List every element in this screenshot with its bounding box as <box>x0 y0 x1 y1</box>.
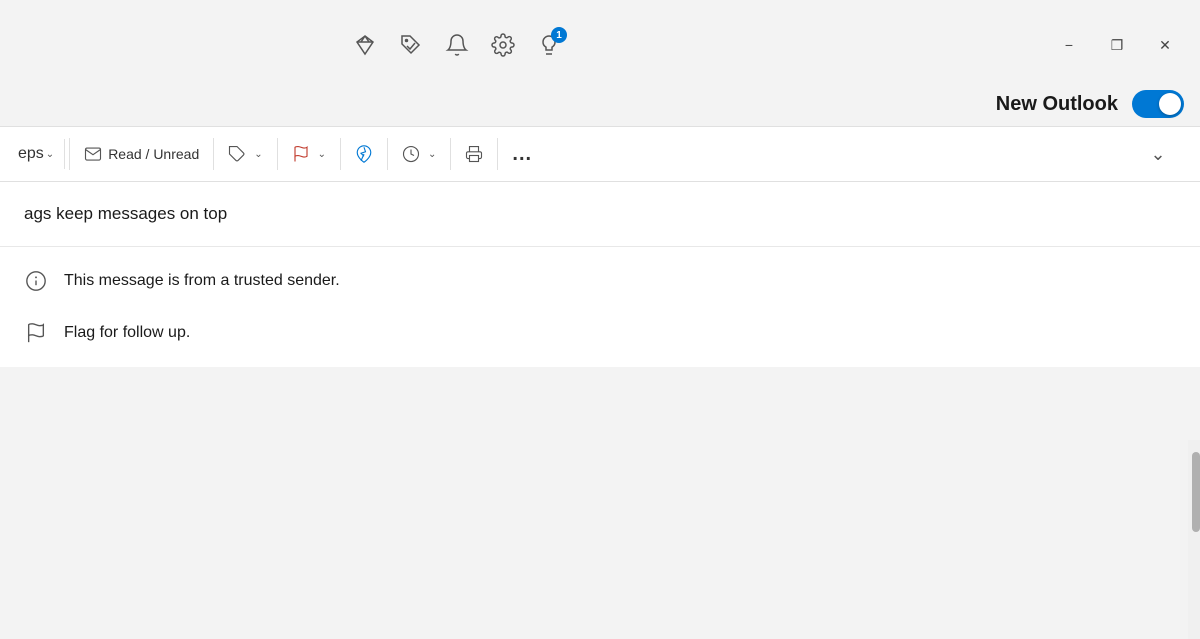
window-controls: − ❐ ✕ <box>1046 29 1188 61</box>
clock-button[interactable]: ⌄ <box>392 134 446 174</box>
more-options-label: ... <box>512 143 532 166</box>
notification-badge: 1 <box>551 27 567 43</box>
tag-button[interactable]: ⌄ <box>218 134 272 174</box>
tag-icon <box>228 145 246 163</box>
separator-4 <box>340 138 341 170</box>
scrollbar[interactable] <box>1188 440 1200 639</box>
print-icon <box>465 145 483 163</box>
flag-followup-text: Flag for follow up. <box>64 324 190 342</box>
toggle-knob <box>1159 93 1181 115</box>
separator-7 <box>497 138 498 170</box>
clock-chevron-icon: ⌄ <box>428 149 436 160</box>
pin-icon <box>355 145 373 163</box>
flags-banner-text: ags keep messages on top <box>24 204 227 223</box>
more-options-button[interactable]: ... <box>502 134 542 174</box>
info-section: This message is from a trusted sender. F… <box>0 247 1200 367</box>
separator-2 <box>213 138 214 170</box>
minimize-button[interactable]: − <box>1046 29 1092 61</box>
flag-outline-icon <box>24 321 48 345</box>
flags-banner: ags keep messages on top <box>0 182 1200 247</box>
separator-3 <box>277 138 278 170</box>
expand-arrow-icon[interactable]: ⌄ <box>1144 140 1172 168</box>
tag-chevron-icon: ⌄ <box>254 149 262 160</box>
close-button[interactable]: ✕ <box>1142 29 1188 61</box>
new-outlook-row: New Outlook <box>0 90 1200 126</box>
restore-button[interactable]: ❐ <box>1094 29 1140 61</box>
read-unread-button[interactable]: Read / Unread <box>74 134 209 174</box>
toolbar-row: eps ⌄ Read / Unread ⌄ ⌄ <box>0 126 1200 182</box>
separator-6 <box>450 138 451 170</box>
title-bar-icons: 1 <box>12 31 1022 59</box>
new-outlook-label: New Outlook <box>996 93 1118 116</box>
flag-icon <box>292 145 310 163</box>
title-bar: 1 − ❐ ✕ <box>0 0 1200 90</box>
print-button[interactable] <box>455 134 493 174</box>
settings-icon[interactable] <box>489 31 517 59</box>
trusted-sender-item: This message is from a trusted sender. <box>0 255 1200 307</box>
trusted-sender-text: This message is from a trusted sender. <box>64 272 340 290</box>
read-unread-label: Read / Unread <box>108 146 199 162</box>
pin-button[interactable] <box>345 134 383 174</box>
scrollbar-thumb[interactable] <box>1192 452 1200 532</box>
steps-label: eps <box>18 145 44 163</box>
clock-icon <box>402 145 420 163</box>
separator-5 <box>387 138 388 170</box>
flag-followup-item: Flag for follow up. <box>0 307 1200 359</box>
new-outlook-toggle[interactable] <box>1132 90 1184 118</box>
envelope-icon <box>84 145 102 163</box>
bell-icon[interactable] <box>443 31 471 59</box>
steps-dropdown[interactable]: eps ⌄ <box>8 139 65 169</box>
info-circle-icon <box>24 269 48 293</box>
diamond-icon[interactable] <box>351 31 379 59</box>
tag-check-icon[interactable] <box>397 31 425 59</box>
separator-1 <box>69 138 70 170</box>
flag-button[interactable]: ⌄ <box>282 134 336 174</box>
lightbulb-icon[interactable]: 1 <box>535 31 563 59</box>
flag-chevron-icon: ⌄ <box>318 149 326 160</box>
steps-chevron-icon: ⌄ <box>46 149 54 160</box>
